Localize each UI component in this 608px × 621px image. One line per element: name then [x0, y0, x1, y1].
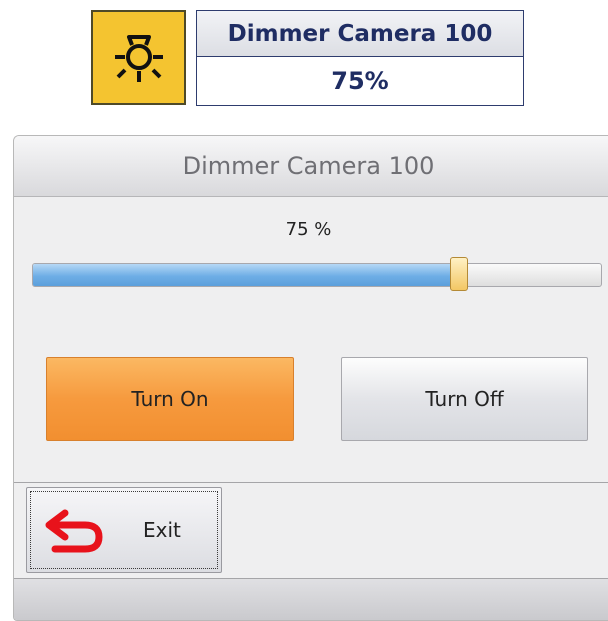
slider-fill [33, 264, 459, 286]
dialog-bottom-bar [14, 578, 608, 620]
dialog-footer: Exit [14, 482, 608, 578]
turn-off-button[interactable]: Turn Off [341, 357, 588, 441]
camera-dimmer-icon [114, 34, 163, 82]
widget-level-value: 75% [331, 66, 389, 95]
level-readout: 75 % [285, 219, 332, 240]
widget-title: Dimmer Camera 100 [197, 11, 523, 57]
exit-button[interactable]: Exit [26, 487, 222, 573]
dimmer-dialog: Dimmer Camera 100 75 % Turn On Turn Off … [13, 135, 608, 621]
exit-label: Exit [143, 518, 181, 542]
dialog-body: 75 % Turn On Turn Off [14, 197, 608, 482]
dimmer-slider[interactable] [32, 257, 602, 291]
undo-arrow-icon [45, 509, 103, 553]
dimmer-widget-icon-tile[interactable] [91, 10, 186, 105]
dialog-title: Dimmer Camera 100 [14, 136, 608, 197]
turn-on-button[interactable]: Turn On [46, 357, 294, 441]
slider-thumb[interactable] [450, 257, 468, 291]
dimmer-widget-card[interactable]: Dimmer Camera 100 75% [196, 10, 524, 106]
